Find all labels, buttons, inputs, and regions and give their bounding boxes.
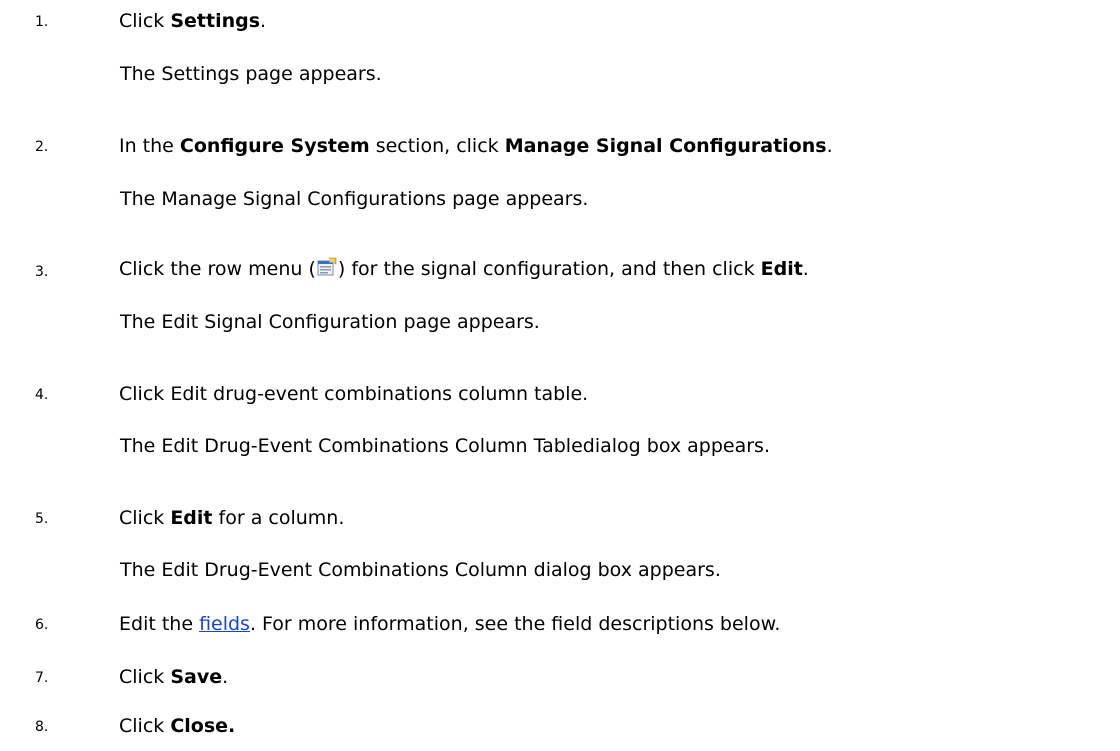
step-number: 3. bbox=[35, 264, 49, 280]
step-instruction: Click the row menu ( ) for the signal co… bbox=[119, 257, 809, 280]
fields-link[interactable]: fields bbox=[199, 613, 250, 635]
step-number: 8. bbox=[35, 719, 49, 735]
step-result: The Edit Drug-Event Combinations Column … bbox=[120, 435, 770, 457]
step-instruction: Click Edit for a column. bbox=[119, 507, 345, 529]
step-result: The Settings page appears. bbox=[120, 63, 382, 85]
ui-term-edit: Edit bbox=[760, 258, 803, 280]
step-instruction: Click Edit drug-event combinations colum… bbox=[119, 383, 589, 405]
step-number: 2. bbox=[35, 139, 49, 155]
step-instruction: Click Save. bbox=[119, 666, 229, 688]
step-number: 1. bbox=[35, 14, 49, 30]
row-menu-icon bbox=[317, 257, 337, 277]
step-number: 4. bbox=[35, 387, 49, 403]
step-result: The Edit Signal Configuration page appea… bbox=[120, 311, 540, 333]
step-result: The Manage Signal Configurations page ap… bbox=[120, 188, 589, 210]
step-instruction: Click Settings. bbox=[119, 10, 267, 32]
ui-term-close: Close. bbox=[170, 715, 236, 737]
step-instruction: Edit the fields. For more information, s… bbox=[119, 613, 781, 635]
step-number: 5. bbox=[35, 511, 49, 527]
ui-term-manage-signal-configurations: Manage Signal Configurations bbox=[504, 135, 827, 157]
step-number: 6. bbox=[35, 617, 49, 633]
ui-term-edit: Edit bbox=[170, 507, 213, 529]
ui-term-configure-system: Configure System bbox=[179, 135, 370, 157]
step-number: 7. bbox=[35, 670, 49, 686]
step-result: The Edit Drug-Event Combinations Column … bbox=[120, 559, 721, 581]
step-instruction: Click Close. bbox=[119, 715, 236, 737]
ui-term-settings: Settings bbox=[170, 10, 261, 32]
step-instruction: In the Configure System section, click M… bbox=[119, 135, 833, 157]
ui-term-save: Save bbox=[170, 666, 223, 688]
